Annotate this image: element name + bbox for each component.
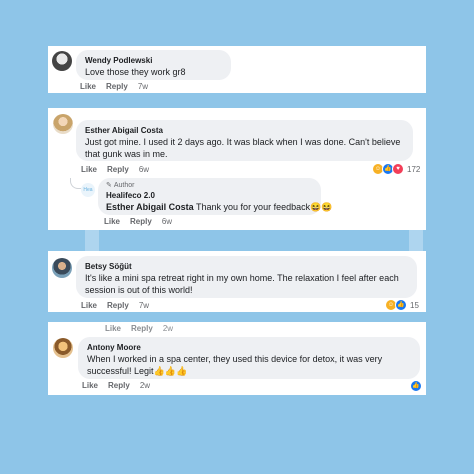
comment-actions: Like Reply 7w — [80, 82, 148, 91]
reaction-summary[interactable]: ☺ 👍 ♥ 172 — [372, 163, 420, 175]
comment-actions: Like Reply 6w — [81, 165, 149, 174]
reply-thread-line — [70, 178, 81, 189]
reply-text: Esther Abigail Costa Thank you for your … — [106, 201, 333, 213]
timestamp[interactable]: 2w — [163, 324, 173, 333]
avatar[interactable] — [52, 258, 72, 278]
timestamp[interactable]: 6w — [139, 165, 149, 174]
reply-button[interactable]: Reply — [108, 381, 130, 390]
author-badge-label: Author — [113, 182, 135, 189]
comment-text: When I worked in a spa center, they used… — [87, 354, 383, 376]
avatar[interactable]: Hea — [81, 183, 95, 197]
comment-actions: Like Reply 7w — [81, 301, 149, 310]
comment-card-betsy: Betsy Söğüt It's like a mini spa retreat… — [48, 251, 426, 312]
reaction-summary[interactable]: ☺ 👍 15 — [385, 299, 419, 311]
reaction-count: 15 — [410, 300, 419, 310]
love-reaction-icon: ♥ — [392, 163, 404, 175]
commenter-name[interactable]: Wendy Podlewski — [85, 55, 222, 66]
commenter-name[interactable]: Esther Abigail Costa — [85, 125, 404, 136]
like-button[interactable]: Like — [81, 301, 97, 310]
like-button[interactable]: Like — [81, 165, 97, 174]
timestamp[interactable]: 7w — [139, 301, 149, 310]
avatar[interactable] — [53, 114, 73, 134]
comment-bubble: Esther Abigail Costa Just got mine. I us… — [76, 120, 413, 161]
previous-comment-actions: Like Reply 2w — [105, 324, 173, 333]
author-badge: ✎ Author — [106, 181, 313, 190]
comment-text: It's like a mini spa retreat right in my… — [85, 273, 399, 295]
commenter-name[interactable]: Antony Moore — [87, 342, 411, 353]
comment-card-wendy: Wendy Podlewski Love those they work gr8… — [48, 46, 426, 93]
comment-bubble: Betsy Söğüt It's like a mini spa retreat… — [76, 256, 417, 298]
like-reaction-icon: 👍 — [395, 299, 407, 311]
reaction-count: 172 — [407, 164, 421, 174]
like-button[interactable]: Like — [105, 324, 121, 333]
comment-bubble: Wendy Podlewski Love those they work gr8 — [76, 50, 231, 80]
comment-card-esther: Esther Abigail Costa Just got mine. I us… — [48, 108, 426, 230]
comment-bubble: Antony Moore When I worked in a spa cent… — [78, 337, 420, 379]
comment-actions: Like Reply 2w — [82, 381, 150, 390]
comment-card-antony: Like Reply 2w Antony Moore When I worked… — [48, 322, 426, 395]
like-button[interactable]: Like — [104, 217, 120, 226]
comment-text: Love those they work gr8 — [85, 67, 186, 77]
like-button[interactable]: Like — [82, 381, 98, 390]
mention-link[interactable]: Esther Abigail Costa — [106, 202, 194, 212]
comment-text: Just got mine. I used it 2 days ago. It … — [85, 137, 401, 159]
avatar-text: Hea — [83, 187, 93, 193]
like-button[interactable]: Like — [80, 82, 96, 91]
avatar[interactable] — [52, 51, 72, 71]
reply-button[interactable]: Reply — [106, 82, 128, 91]
pencil-icon: ✎ — [106, 182, 112, 189]
commenter-name[interactable]: Betsy Söğüt — [85, 261, 408, 272]
reply-actions: Like Reply 6w — [104, 217, 172, 226]
reaction-summary[interactable]: 👍 — [410, 380, 422, 392]
replier-name[interactable]: Healifeco 2.0 — [106, 190, 313, 201]
timestamp[interactable]: 6w — [162, 217, 172, 226]
reply-bubble: ✎ Author Healifeco 2.0 Esther Abigail Co… — [98, 178, 333, 215]
timestamp[interactable]: 2w — [140, 381, 150, 390]
avatar[interactable] — [53, 338, 73, 358]
reply-button[interactable]: Reply — [107, 165, 129, 174]
like-reaction-icon: 👍 — [410, 380, 422, 392]
reply-button[interactable]: Reply — [131, 324, 153, 333]
timestamp[interactable]: 7w — [138, 82, 148, 91]
reply-button[interactable]: Reply — [130, 217, 152, 226]
reply-button[interactable]: Reply — [107, 301, 129, 310]
reply-text-body: Thank you for your feedback😆😆 — [196, 202, 333, 212]
